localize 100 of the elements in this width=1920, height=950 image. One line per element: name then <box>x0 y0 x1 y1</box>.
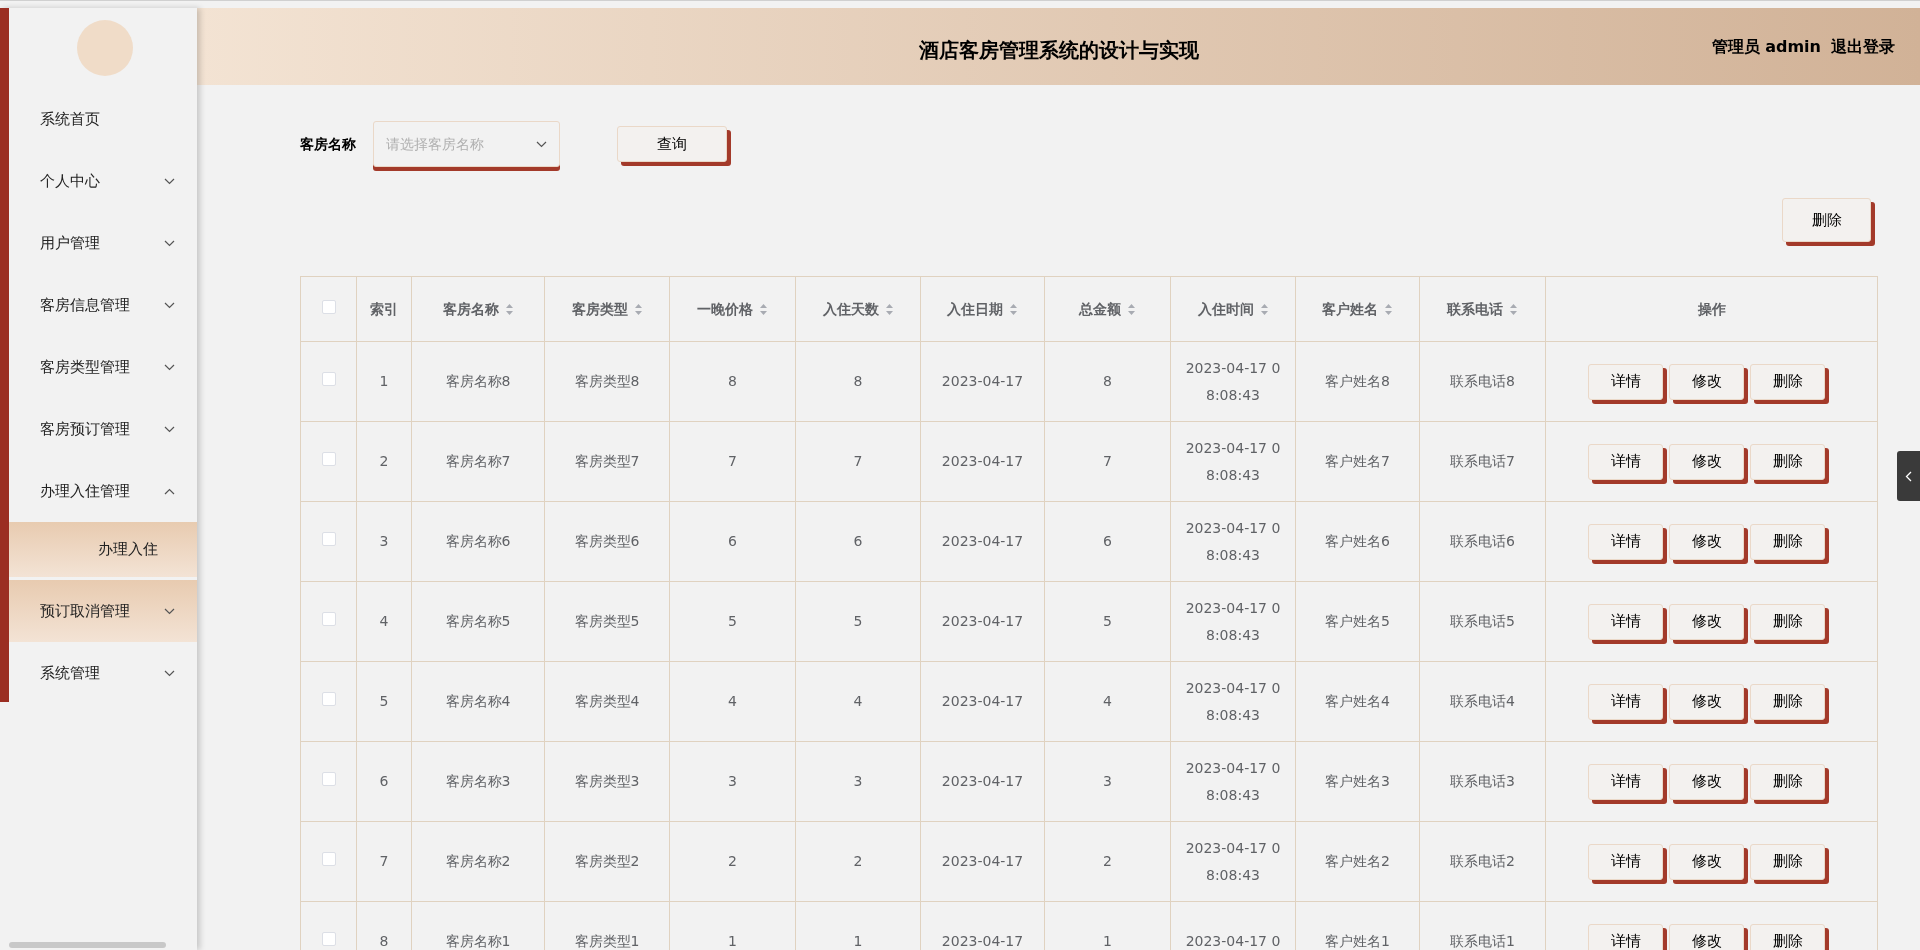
table-cell: 客房名称5 <box>445 613 511 629</box>
column-header: 总金额 <box>1079 299 1121 319</box>
table-cell: 8 <box>1103 373 1112 389</box>
column-header: 一晚价格 <box>697 299 753 319</box>
column-header: 索引 <box>370 299 398 319</box>
sort-icon[interactable] <box>1009 302 1018 316</box>
header-cell[interactable]: 客户姓名 <box>1295 276 1420 342</box>
sort-icon[interactable] <box>1259 302 1269 316</box>
table-cell: 客房名称6 <box>445 533 511 549</box>
table-cell: 3 <box>1103 773 1112 789</box>
checkbox[interactable] <box>321 299 336 314</box>
table-cell: 6 <box>728 533 737 549</box>
header-cell[interactable]: 客房名称 <box>411 276 545 342</box>
chevron-down-icon <box>164 425 175 433</box>
column-header: 操作 <box>1697 299 1726 319</box>
table-cell: 3 <box>728 773 737 789</box>
table-cell: 2 <box>728 853 737 869</box>
sort-icon[interactable] <box>1384 302 1393 316</box>
sidebar-item[interactable]: 客房信息管理 <box>9 274 197 336</box>
checkbox[interactable] <box>321 932 336 946</box>
table-cell: 5 <box>728 613 737 629</box>
table-cell: 2 <box>1103 853 1112 869</box>
table-cell: 8 <box>853 373 863 389</box>
admin-label: 管理员 admin <box>1711 35 1821 58</box>
chevron-down-icon <box>164 239 175 247</box>
table-cell: 2023-04-17 <box>941 853 1024 869</box>
table-cell: 7 <box>853 453 863 469</box>
sort-icon[interactable] <box>1127 302 1136 316</box>
table-cell: 2023-04-17 <box>941 933 1024 949</box>
sort-icon[interactable] <box>884 302 894 316</box>
logout-link[interactable]: 退出登录 <box>1831 34 1895 59</box>
table-cell: 4 <box>1103 693 1112 709</box>
table-cell-text: 2023-04-17 08:08:43 <box>1184 518 1282 565</box>
checkbox[interactable] <box>321 852 336 866</box>
sort-icon[interactable] <box>1509 302 1518 316</box>
sidebar-item[interactable]: 客房类型管理 <box>9 336 197 398</box>
table-cell-text: 2023-04-17 08:08:43 <box>1184 438 1282 485</box>
checkbox[interactable] <box>321 612 336 626</box>
column-header: 联系电话 <box>1447 299 1503 319</box>
header-cell[interactable]: 总金额 <box>1044 276 1171 342</box>
table-cell: 2023-04-17 <box>941 453 1024 469</box>
table-cell: 客房名称2 <box>445 853 511 869</box>
table-cell: 客户姓名4 <box>1325 693 1390 709</box>
chevron-down-icon <box>164 177 175 185</box>
table-cell: 8 <box>379 933 389 949</box>
table-cell: 客户姓名6 <box>1325 533 1390 549</box>
column-header: 客户姓名 <box>1322 299 1378 319</box>
table-cell: 4 <box>728 693 737 709</box>
table-cell: 5 <box>853 613 863 629</box>
sort-icon[interactable] <box>633 302 643 316</box>
sidebar-item[interactable]: 办理入住管理 <box>9 460 197 522</box>
table-cell: 4 <box>853 693 863 709</box>
scrollbar[interactable] <box>9 942 166 948</box>
table-cell: 3 <box>853 773 863 789</box>
sidebar-item[interactable]: 用户管理 <box>9 212 197 274</box>
table-cell-text: 2023-04-17 08:08:43 <box>1184 758 1282 805</box>
checkbox[interactable] <box>321 372 336 386</box>
header-cell[interactable]: 入住日期 <box>920 276 1045 342</box>
table-cell: 联系电话6 <box>1450 533 1515 549</box>
checkbox[interactable] <box>321 692 336 706</box>
page-title: 酒店客房管理系统的设计与实现 <box>919 37 1199 64</box>
table-cell: 1 <box>728 933 737 949</box>
search-label: 客房名称 <box>300 134 357 154</box>
sidebar-item[interactable]: 预订取消管理 <box>9 580 197 642</box>
table-cell: 客户姓名8 <box>1325 373 1390 389</box>
checkbox[interactable] <box>321 532 336 546</box>
sidebar-item[interactable]: 系统首页 <box>9 88 197 150</box>
chevron-down-icon <box>164 607 175 615</box>
sort-icon[interactable] <box>759 302 768 316</box>
table-cell: 3 <box>379 533 389 549</box>
header-cell[interactable]: 入住时间 <box>1170 276 1296 342</box>
table-cell: 客房类型4 <box>574 693 640 709</box>
checkbox[interactable] <box>321 452 336 466</box>
sidebar-subitem[interactable]: 办理入住 <box>9 522 197 577</box>
table-cell: 1 <box>379 373 389 389</box>
sidebar-item[interactable]: 客房预订管理 <box>9 398 197 460</box>
sidebar-item[interactable]: 系统管理 <box>9 642 197 704</box>
table-cell: 5 <box>379 693 389 709</box>
table-cell: 联系电话5 <box>1450 613 1515 629</box>
table-cell: 2023-04-17 <box>941 773 1024 789</box>
table-cell: 联系电话3 <box>1450 773 1515 789</box>
chevron-down-icon <box>164 301 175 309</box>
sidebar-item[interactable]: 个人中心 <box>9 150 197 212</box>
sort-icon[interactable] <box>504 302 514 316</box>
table-cell: 8 <box>728 373 737 389</box>
chevron-down-icon <box>164 363 175 371</box>
table-cell: 客户姓名1 <box>1325 933 1390 949</box>
header-cell[interactable]: 联系电话 <box>1419 276 1546 342</box>
table-cell: 2023-04-17 <box>941 693 1024 709</box>
collapse-tab[interactable] <box>1897 451 1920 501</box>
table-cell: 客户姓名5 <box>1325 613 1390 629</box>
table-cell: 客房类型1 <box>574 933 640 949</box>
header-cell[interactable]: 一晚价格 <box>669 276 796 342</box>
table-cell: 5 <box>1103 613 1112 629</box>
table-cell: 7 <box>379 853 389 869</box>
table-cell: 联系电话8 <box>1450 373 1515 389</box>
header-cell[interactable]: 客房类型 <box>544 276 670 342</box>
checkbox[interactable] <box>321 772 336 786</box>
header-cell[interactable]: 入住天数 <box>795 276 921 342</box>
column-header: 入住天数 <box>822 299 879 319</box>
